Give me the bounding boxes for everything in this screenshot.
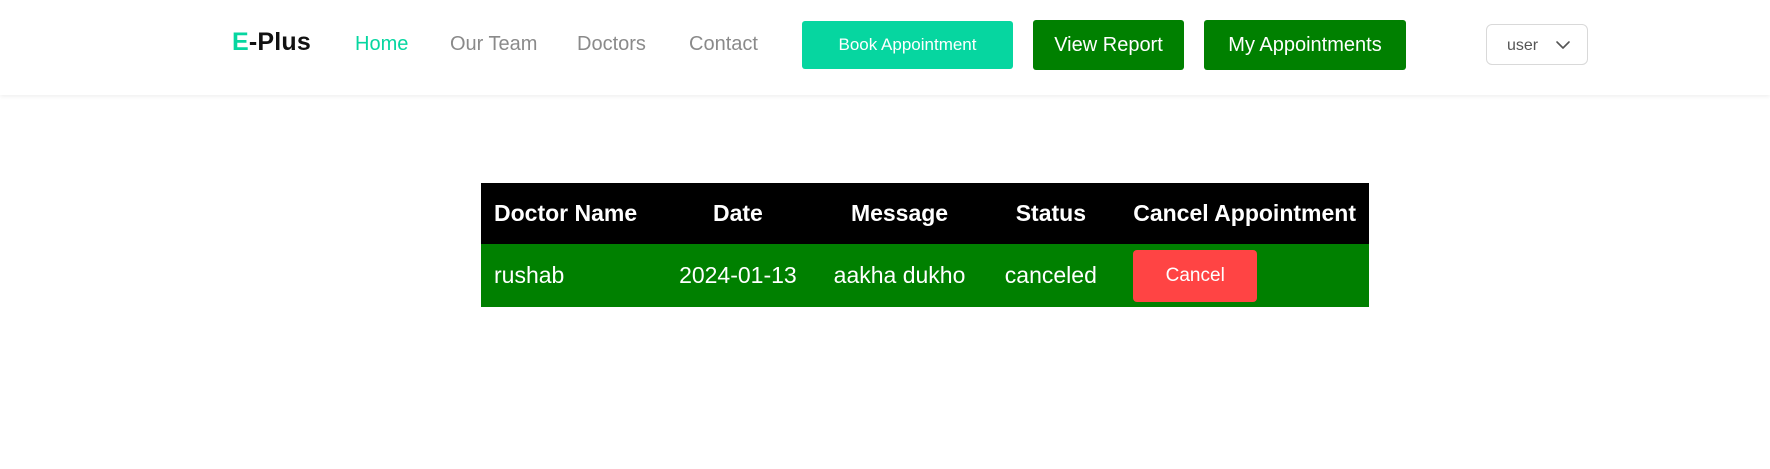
brand-suffix: -Plus [248, 28, 311, 56]
cell-date: 2024-01-13 [658, 244, 818, 307]
column-header-message: Message [817, 183, 982, 244]
nav-link-doctors[interactable]: Doctors [577, 33, 646, 56]
brand-logo[interactable]: E-Plus [232, 28, 311, 57]
cancel-appointment-button[interactable]: Cancel [1133, 249, 1258, 302]
brand-prefix: E [232, 28, 249, 56]
book-appointment-button[interactable]: Book Appointment [802, 21, 1013, 69]
cell-status: canceled [981, 244, 1121, 307]
top-navbar: E-Plus Home Our Team Doctors Contact Boo… [0, 0, 1770, 95]
my-appointments-button[interactable]: My Appointments [1204, 20, 1406, 70]
nav-link-home[interactable]: Home [355, 33, 408, 56]
table-header-row: Doctor Name Date Message Status Cancel A… [481, 183, 1369, 244]
cell-message: aakha dukho [817, 244, 982, 307]
view-report-button[interactable]: View Report [1033, 20, 1184, 70]
nav-link-our-team[interactable]: Our Team [450, 33, 537, 56]
user-dropdown[interactable]: user [1486, 24, 1588, 65]
column-header-date: Date [658, 183, 818, 244]
user-dropdown-value: user [1507, 37, 1539, 54]
column-header-status: Status [981, 183, 1121, 244]
column-header-doctor-name: Doctor Name [481, 183, 659, 244]
table-row: rushab 2024-01-13 aakha dukho canceled C… [481, 244, 1369, 307]
nav-link-contact[interactable]: Contact [689, 33, 758, 56]
chevron-down-icon [1556, 41, 1570, 49]
appointments-table: Doctor Name Date Message Status Cancel A… [481, 183, 1369, 307]
cell-cancel-action: Cancel [1120, 244, 1369, 307]
column-header-cancel-appointment: Cancel Appointment [1120, 183, 1369, 244]
cell-doctor-name: rushab [481, 244, 659, 307]
